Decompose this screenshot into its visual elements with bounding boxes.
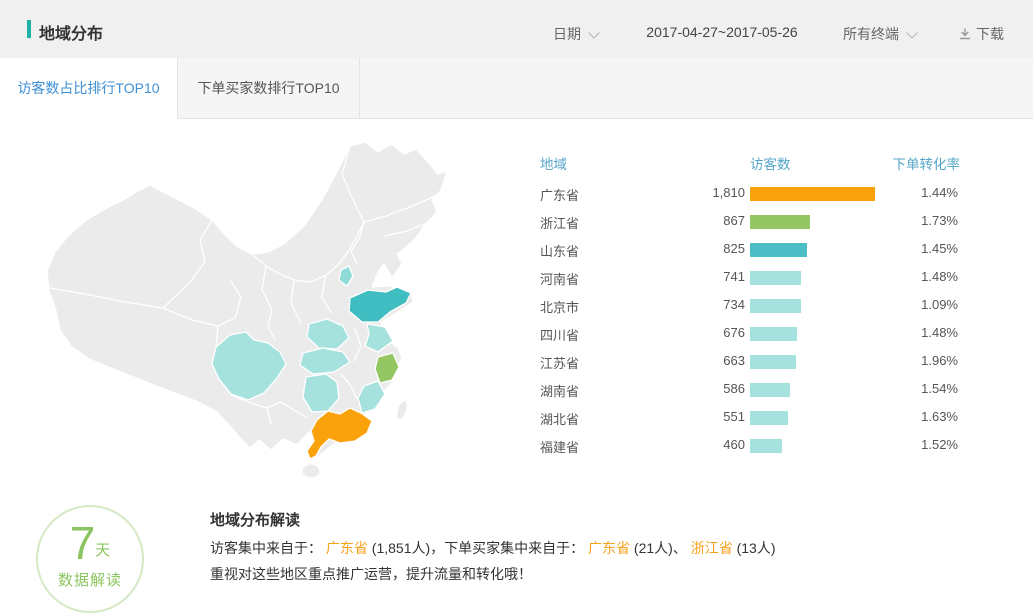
table-row: 河南省 741 1.48%	[540, 264, 960, 292]
map-province-taiwan	[395, 399, 410, 421]
highlight-region: 广东省	[326, 540, 368, 556]
date-type-label: 日期	[553, 26, 581, 42]
visitors-bar	[750, 215, 810, 229]
conversion-rate-value: 1.96%	[921, 353, 958, 368]
region-label: 浙江省	[540, 213, 579, 232]
visitors-value: 551	[630, 409, 745, 424]
table-row: 山东省 825 1.45%	[540, 236, 960, 264]
highlight-region: 浙江省	[691, 540, 733, 556]
visitors-value: 460	[630, 437, 745, 452]
highlight-region: 广东省	[588, 540, 630, 556]
visitors-bar	[750, 411, 788, 425]
visitors-value: 741	[630, 269, 745, 284]
conversion-rate-value: 1.48%	[921, 325, 958, 340]
china-map[interactable]	[20, 140, 480, 490]
conversion-rate-value: 1.54%	[921, 381, 958, 396]
table-row: 浙江省 867 1.73%	[540, 208, 960, 236]
visitors-value: 734	[630, 297, 745, 312]
table-header-row: 地域 访客数 下单转化率	[540, 150, 960, 180]
badge-label: 数据解读	[38, 569, 142, 590]
region-label: 四川省	[540, 325, 579, 344]
visitors-bar	[750, 187, 875, 201]
visitors-value: 676	[630, 325, 745, 340]
visitors-bar	[750, 271, 801, 285]
badge-days: 7天	[38, 520, 142, 566]
visitors-bar	[750, 299, 801, 313]
region-label: 山东省	[540, 241, 579, 260]
tab-bar: 访客数占比排行TOP10 下单买家数排行TOP10	[0, 58, 1033, 119]
date-type-dropdown[interactable]: 日期	[553, 24, 598, 44]
table-row: 江苏省 663 1.96%	[540, 348, 960, 376]
date-range-picker[interactable]: 2017-04-27~2017-05-26	[638, 24, 806, 40]
table-row: 湖南省 586 1.54%	[540, 376, 960, 404]
conversion-rate-value: 1.45%	[921, 241, 958, 256]
region-label: 湖南省	[540, 381, 579, 400]
region-label: 河南省	[540, 269, 579, 288]
region-ranking-table: 地域 访客数 下单转化率 广东省 1,810 1.44% 浙江省 867 1.73% 山东省…	[540, 150, 960, 460]
visitors-value: 825	[630, 241, 745, 256]
table-row: 湖北省 551 1.63%	[540, 404, 960, 432]
region-label: 湖北省	[540, 409, 579, 428]
visitors-bar	[750, 327, 797, 341]
insight-text: (21人)、	[630, 540, 691, 556]
region-label: 福建省	[540, 437, 579, 456]
visitors-value: 1,810	[630, 185, 745, 200]
visitors-bar	[750, 439, 782, 453]
top-bar: 地域分布 日期 2017-04-27~2017-05-26 所有终端 下载	[0, 0, 1033, 58]
conversion-rate-value: 1.09%	[921, 297, 958, 312]
insight-days-badge: 7天 数据解读	[36, 505, 144, 613]
table-row: 四川省 676 1.48%	[540, 320, 960, 348]
region-label: 江苏省	[540, 353, 579, 372]
map-province-zhejiang[interactable]	[375, 353, 399, 383]
map-province-hainan[interactable]	[302, 464, 320, 478]
column-header-visitors: 访客数	[750, 153, 791, 173]
region-label: 北京市	[540, 297, 579, 316]
visitors-value: 663	[630, 353, 745, 368]
chevron-down-icon	[906, 27, 917, 38]
region-label: 广东省	[540, 185, 579, 204]
insight-text: (13人)	[733, 540, 776, 556]
title-accent-bar	[27, 20, 31, 38]
visitors-bar	[750, 355, 796, 369]
column-header-conversion-rate: 下单转化率	[893, 153, 961, 173]
terminal-label: 所有终端	[843, 26, 899, 42]
download-button[interactable]: 下载	[958, 24, 1004, 44]
conversion-rate-value: 1.52%	[921, 437, 958, 452]
tab-order-buyer-rank-top10[interactable]: 下单买家数排行TOP10	[178, 58, 360, 118]
conversion-rate-value: 1.73%	[921, 213, 958, 228]
table-row: 广东省 1,810 1.44%	[540, 180, 960, 208]
conversion-rate-value: 1.63%	[921, 409, 958, 424]
insight-text: (1,851人)，下单买家集中来自于：	[368, 540, 588, 556]
insight-title: 地域分布解读	[210, 509, 300, 530]
conversion-rate-value: 1.44%	[921, 185, 958, 200]
conversion-rate-value: 1.48%	[921, 269, 958, 284]
column-header-region: 地域	[540, 153, 567, 173]
page-title: 地域分布	[39, 20, 103, 44]
table-body: 广东省 1,810 1.44% 浙江省 867 1.73% 山东省 825 1.45% 河南省 74…	[540, 180, 960, 460]
visitors-value: 867	[630, 213, 745, 228]
table-row: 福建省 460 1.52%	[540, 432, 960, 460]
terminal-dropdown[interactable]: 所有终端	[843, 24, 916, 44]
download-label: 下载	[976, 26, 1004, 42]
insight-line-2: 重视对这些地区重点推广运营，提升流量和转化哦！	[210, 564, 532, 584]
insight-line-1: 访客集中来自于： 广东省 (1,851人)，下单买家集中来自于： 广东省 (21…	[210, 538, 776, 558]
visitors-bar	[750, 243, 807, 257]
download-icon	[958, 27, 972, 41]
visitors-value: 586	[630, 381, 745, 396]
table-row: 北京市 734 1.09%	[540, 292, 960, 320]
visitors-bar	[750, 383, 790, 397]
chevron-down-icon	[588, 27, 599, 38]
tab-visitor-rank-top10[interactable]: 访客数占比排行TOP10	[0, 58, 178, 119]
insight-text: 访客集中来自于：	[210, 540, 326, 556]
